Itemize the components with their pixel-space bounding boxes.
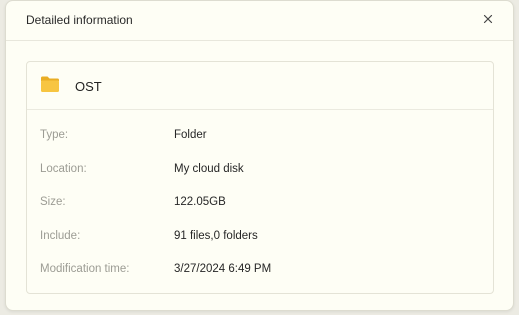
detail-label: Modification time: <box>40 263 130 275</box>
detail-row-type: Type: Folder <box>27 129 493 147</box>
detail-row-include: Include: 91 files,0 folders <box>27 230 493 248</box>
detail-value: Folder <box>174 129 207 141</box>
dialog-header: Detailed information <box>6 1 513 41</box>
item-name: OST <box>75 79 102 94</box>
detail-value: 91 files,0 folders <box>174 230 258 242</box>
info-card: OST Type: Folder Location: My cloud disk… <box>26 61 494 294</box>
item-header: OST <box>27 62 493 110</box>
detail-label: Size: <box>40 196 66 208</box>
dialog-title: Detailed information <box>26 13 133 27</box>
detail-dialog: Detailed information OST Type: Folder Lo… <box>5 0 514 311</box>
detail-label: Location: <box>40 163 87 175</box>
detail-label: Type: <box>40 129 69 141</box>
detail-label: Include: <box>40 230 81 242</box>
close-icon <box>483 14 493 24</box>
detail-value: 122.05GB <box>174 196 226 208</box>
detail-value: My cloud disk <box>174 163 244 175</box>
detail-row-modification-time: Modification time: 3/27/2024 6:49 PM <box>27 263 493 281</box>
close-button[interactable] <box>481 12 495 26</box>
folder-icon <box>41 76 59 92</box>
detail-row-location: Location: My cloud disk <box>27 163 493 181</box>
detail-row-size: Size: 122.05GB <box>27 196 493 214</box>
detail-value: 3/27/2024 6:49 PM <box>174 263 272 275</box>
